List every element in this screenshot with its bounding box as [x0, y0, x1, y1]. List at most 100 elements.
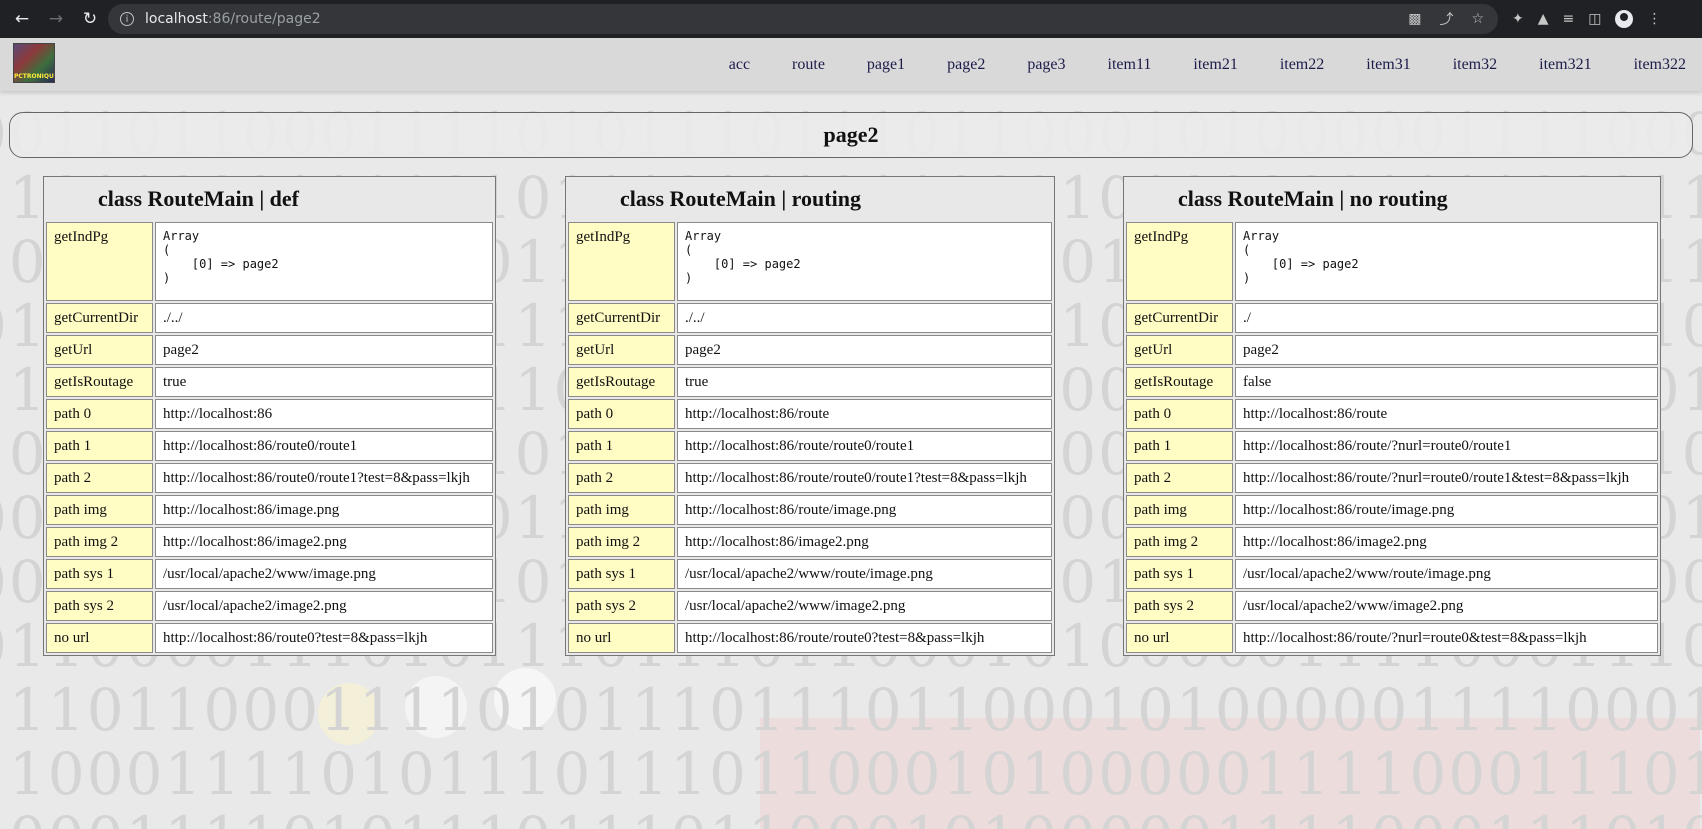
row-key: path 2	[46, 463, 153, 493]
translate-icon[interactable]: ▩	[1408, 11, 1421, 27]
table-row: path img 2 http://localhost:86/image2.png	[568, 527, 1052, 557]
row-value: page2	[1235, 335, 1658, 365]
row-key: path 2	[568, 463, 675, 493]
row-key: path 0	[1126, 399, 1233, 429]
row-key: getIsRoutage	[1126, 367, 1233, 397]
table-row: path 1 http://localhost:86/route/?nurl=ro…	[1126, 431, 1658, 461]
browser-toolbar: ← → ↻ i localhost:86/route/page2 ▩ ⤴ ☆ ✦…	[0, 0, 1702, 38]
row-value: http://localhost:86/route/route0/route1	[677, 431, 1052, 461]
row-value: http://localhost:86/route/route0/route1?…	[677, 463, 1052, 493]
row-key: path sys 2	[46, 591, 153, 621]
row-key: no url	[1126, 623, 1233, 653]
row-key: getUrl	[46, 335, 153, 365]
row-value: http://localhost:86/image2.png	[155, 527, 493, 557]
main-menu: acc route page1 page2 page3 item11 item2…	[729, 38, 1702, 91]
table-row: getIsRoutage false	[1126, 367, 1658, 397]
row-value: http://localhost:86/image2.png	[677, 527, 1052, 557]
menu-item-item322[interactable]: item322	[1634, 56, 1686, 74]
menu-item-page2[interactable]: page2	[947, 56, 985, 74]
share-icon[interactable]: ⤴	[1439, 9, 1453, 29]
menu-item-item11[interactable]: item11	[1108, 56, 1152, 74]
row-key: getIndPg	[46, 222, 153, 301]
table-row: getIndPg Array ( [0] => page2 )	[1126, 222, 1658, 301]
menu-item-item31[interactable]: item31	[1366, 56, 1410, 74]
row-value: http://localhost:86/route0/route1?test=8…	[155, 463, 493, 493]
row-value: http://localhost:86/route	[677, 399, 1052, 429]
row-value: ./../	[155, 303, 493, 333]
row-value: http://localhost:86/route/?nurl=route0/r…	[1235, 463, 1658, 493]
menu-item-acc[interactable]: acc	[729, 56, 750, 74]
profile-icon[interactable]	[1615, 10, 1634, 28]
table-row: getCurrentDir ./../	[568, 303, 1052, 333]
menu-item-route[interactable]: route	[792, 56, 825, 74]
table-row: getUrl page2	[1126, 335, 1658, 365]
more-icon[interactable]: ⋮	[1647, 11, 1661, 27]
row-value: /usr/local/apache2/www/route/image.png	[1235, 559, 1658, 589]
url-host: localhost	[145, 11, 208, 27]
table-row: path 0 http://localhost:86	[46, 399, 493, 429]
site-logo[interactable]: PCTRONIQUE	[13, 43, 55, 83]
reading-list-icon[interactable]: ≡	[1563, 11, 1575, 27]
row-key: path img 2	[1126, 527, 1233, 557]
row-key: getIndPg	[1126, 222, 1233, 301]
row-value: Array ( [0] => page2 )	[1235, 222, 1658, 301]
table-row: getCurrentDir ./../	[46, 303, 493, 333]
menu-item-page1[interactable]: page1	[867, 56, 905, 74]
row-value: true	[155, 367, 493, 397]
row-value: /usr/local/apache2/www/image2.png	[1235, 591, 1658, 621]
table-row: getIsRoutage true	[46, 367, 493, 397]
row-key: path img	[568, 495, 675, 525]
panel-no-routing: class RouteMain | no routing getIndPg Ar…	[1123, 176, 1661, 656]
row-key: path 2	[1126, 463, 1233, 493]
lab-icon[interactable]: ▲	[1538, 11, 1549, 27]
url-path: :86/route/page2	[207, 11, 321, 27]
row-key: path 1	[46, 431, 153, 461]
table-row: path sys 1/usr/local/apache2/www/image.p…	[46, 559, 493, 589]
row-value: http://localhost:86	[155, 399, 493, 429]
row-key: path 1	[1126, 431, 1233, 461]
menu-item-item321[interactable]: item321	[1539, 56, 1591, 74]
row-key: no url	[46, 623, 153, 653]
row-value: ./../	[677, 303, 1052, 333]
properties-table: getIndPg Array ( [0] => page2 ) getCurre…	[44, 220, 495, 655]
table-row: path img http://localhost:86/image.png	[46, 495, 493, 525]
side-panel-icon[interactable]: ◫	[1588, 11, 1601, 27]
site-header: PCTRONIQUE acc route page1 page2 page3 i…	[0, 38, 1702, 91]
table-row: path 2 http://localhost:86/route/route0/r…	[568, 463, 1052, 493]
menu-item-page3[interactable]: page3	[1027, 56, 1065, 74]
forward-arrow-icon[interactable]: →	[44, 7, 68, 31]
table-row: path sys 1/usr/local/apache2/www/route/i…	[568, 559, 1052, 589]
row-key: getCurrentDir	[1126, 303, 1233, 333]
row-key: getUrl	[568, 335, 675, 365]
row-value: http://localhost:86/route/image.png	[677, 495, 1052, 525]
row-key: path img	[46, 495, 153, 525]
logo-text: PCTRONIQUE	[14, 73, 55, 80]
info-icon[interactable]: i	[120, 12, 134, 26]
url-text[interactable]: localhost:86/route/page2	[145, 11, 321, 27]
row-key: getCurrentDir	[46, 303, 153, 333]
address-bar[interactable]: i localhost:86/route/page2 ▩ ⤴ ☆	[108, 4, 1498, 34]
panel-title: class RouteMain | def	[98, 186, 299, 211]
array-dump: Array ( [0] => page2 )	[1243, 229, 1359, 285]
row-value: page2	[677, 335, 1052, 365]
row-value: /usr/local/apache2/www/image.png	[155, 559, 493, 589]
table-row: no url http://localhost:86/route/?nurl=ro…	[1126, 623, 1658, 653]
table-row: getIndPg Array ( [0] => page2 )	[46, 222, 493, 301]
row-value: http://localhost:86/route/?nurl=route0&t…	[1235, 623, 1658, 653]
row-key: path 0	[568, 399, 675, 429]
extensions-icon[interactable]: ✦	[1512, 11, 1524, 27]
row-key: path 1	[568, 431, 675, 461]
panel-title: class RouteMain | routing	[620, 186, 861, 211]
row-key: path sys 2	[568, 591, 675, 621]
menu-item-item32[interactable]: item32	[1453, 56, 1497, 74]
star-icon[interactable]: ☆	[1471, 11, 1484, 27]
row-key: getIsRoutage	[568, 367, 675, 397]
row-key: path img 2	[46, 527, 153, 557]
menu-item-item21[interactable]: item21	[1193, 56, 1237, 74]
reload-icon[interactable]: ↻	[78, 7, 102, 31]
row-value: /usr/local/apache2/www/route/image.png	[677, 559, 1052, 589]
row-key: getIndPg	[568, 222, 675, 301]
background-decoration	[760, 718, 1700, 829]
menu-item-item22[interactable]: item22	[1280, 56, 1324, 74]
back-arrow-icon[interactable]: ←	[10, 7, 34, 31]
